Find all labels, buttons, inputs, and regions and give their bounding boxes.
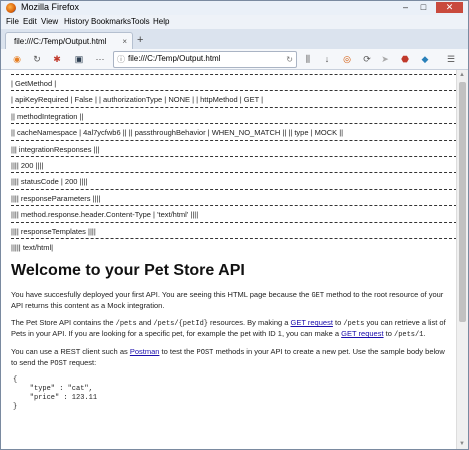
api-output: | GetMethod | | apiKeyRequired | False |… [1, 74, 457, 254]
scroll-up-icon[interactable]: ▲ [459, 72, 465, 78]
title-bar: Mozilla Firefox – □ ✕ [1, 1, 468, 15]
menu-edit[interactable]: Edit [23, 17, 37, 26]
menu-tools[interactable]: Tools [131, 17, 150, 26]
output-line: |||| statusCode | 200 |||| [11, 177, 88, 187]
inline-code: /pets [115, 320, 137, 329]
extension-icon[interactable]: ▣ [73, 53, 85, 65]
refresh-extension-icon[interactable]: ⟳ [361, 53, 373, 65]
rest-client-paragraph: You can use a REST client such as Postma… [11, 347, 447, 369]
tab-title: file:///C:/Temp/Output.html [14, 37, 107, 46]
text: You have succesfully deployed your first… [11, 290, 312, 300]
menu-view[interactable]: View [41, 17, 58, 26]
text: . [423, 329, 426, 339]
hamburger-menu-icon[interactable]: ☰ [445, 53, 457, 65]
output-line: |||| 200 |||| [11, 160, 44, 170]
menu-file[interactable]: File [6, 17, 19, 26]
send-icon[interactable]: ➤ [379, 53, 391, 65]
close-tab-icon[interactable]: × [122, 33, 127, 50]
output-line: |||| responseTemplates |||| [11, 226, 96, 236]
text: and [136, 318, 154, 328]
download-icon[interactable]: ↓ [321, 53, 333, 65]
get-request-link[interactable]: GET request [341, 329, 383, 338]
resources-paragraph: The Pet Store API contains the /pets and… [11, 318, 447, 340]
output-line: | GetMethod | [11, 79, 57, 88]
maximize-button[interactable]: □ [415, 2, 432, 13]
output-line: | apiKeyRequired | False | | authorizati… [11, 95, 264, 105]
menu-bar: File Edit View History Bookmarks Tools H… [1, 15, 468, 29]
page-info-icon[interactable]: ⓘ [117, 52, 125, 67]
text: The Pet Store API contains the [11, 318, 116, 328]
page-menu-icon[interactable]: ⋯ [94, 53, 106, 65]
nav-toolbar: ◉ ↻ ✱ ▣ ⋯ ⓘ ↻ ⫼ ↓ ◎ ⟳ ➤ ⬣ ◆ ☰ [1, 49, 468, 70]
addon-icon[interactable]: ✱ [51, 53, 63, 65]
window-title: Mozilla Firefox [21, 2, 80, 12]
text: to test the [159, 347, 197, 357]
page-content: | GetMethod | | apiKeyRequired | False |… [1, 70, 457, 449]
postman-link[interactable]: Postman [130, 347, 160, 356]
output-line: |||| method.response.header.Content-Type… [11, 210, 199, 220]
adblock-icon[interactable]: ⬣ [399, 53, 411, 65]
reload-icon[interactable]: ↻ [31, 53, 43, 65]
inline-code: POST [196, 349, 214, 358]
tab-output[interactable]: file:///C:/Temp/Output.html × [5, 32, 133, 50]
get-request-link[interactable]: GET request [291, 318, 333, 327]
inline-code: POST [50, 360, 68, 369]
output-line: ||| integrationResponses ||| [11, 144, 100, 154]
address-bar[interactable]: ⓘ ↻ [113, 51, 297, 68]
new-tab-button[interactable]: + [137, 34, 143, 46]
menu-help[interactable]: Help [153, 17, 169, 26]
output-line: |||| responseParameters |||| [11, 193, 101, 203]
tab-strip: file:///C:/Temp/Output.html × + [1, 29, 468, 50]
browser-window: Mozilla Firefox – □ ✕ File Edit View His… [0, 0, 469, 450]
intro-paragraph: You have succesfully deployed your first… [11, 290, 447, 311]
blocker-icon[interactable]: ◎ [341, 53, 353, 65]
rss-icon[interactable]: ◉ [11, 53, 23, 65]
output-line: || methodIntegration || [11, 111, 84, 121]
text: You can use a REST client such as [11, 347, 130, 357]
vertical-scrollbar[interactable]: ▲ ▼ [456, 70, 468, 449]
inline-code: /pets [343, 320, 365, 329]
inline-code: /pets/{petId} [153, 320, 208, 329]
minimize-button[interactable]: – [397, 2, 414, 13]
page-heading: Welcome to your Pet Store API [11, 262, 245, 280]
text: resources. By making a [207, 318, 291, 328]
account-icon[interactable]: ◆ [419, 53, 431, 65]
text: to [332, 318, 344, 328]
inline-code: GET [311, 292, 325, 301]
scrollbar-thumb[interactable] [459, 82, 466, 322]
menu-history[interactable]: History [64, 17, 89, 26]
sample-body-code: { "type" : "cat", "price" : 123.11 } [13, 376, 98, 412]
url-input[interactable] [128, 52, 278, 65]
menu-bookmarks[interactable]: Bookmarks [91, 17, 131, 26]
inline-code: /pets/1 [394, 331, 424, 340]
library-icon[interactable]: ⫼ [302, 53, 314, 65]
text: request: [67, 358, 97, 368]
scroll-down-icon[interactable]: ▼ [459, 441, 465, 447]
text: to [383, 329, 394, 339]
close-window-button[interactable]: ✕ [436, 2, 463, 13]
firefox-logo-icon [6, 3, 16, 13]
output-line: ||||| text/html| [11, 242, 54, 252]
output-line: || cacheNamespace | 4al7ycfwb6 || || pas… [11, 128, 344, 138]
url-reload-icon[interactable]: ↻ [286, 52, 293, 67]
